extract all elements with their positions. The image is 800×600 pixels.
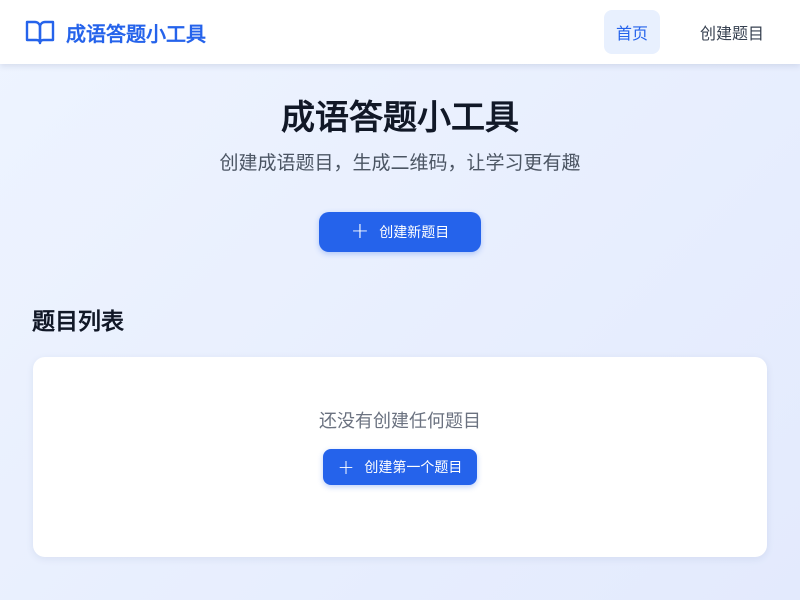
brand-title: 成语答题小工具: [66, 21, 206, 46]
hero-section: 成语答题小工具 创建成语题目，生成二维码，让学习更有趣: [0, 96, 800, 176]
book-open-icon: [24, 16, 56, 48]
create-new-question-label: 创建新题目: [379, 225, 450, 241]
hero-title: 成语答题小工具: [281, 98, 519, 138]
hero-subtitle: 创建成语题目，生成二维码，让学习更有趣: [219, 152, 581, 174]
plus-icon: +: [337, 455, 355, 479]
nav-link-home[interactable]: 首页: [603, 10, 660, 54]
question-list-title: 题目列表: [32, 309, 124, 335]
plus-icon: +: [350, 219, 370, 244]
empty-state-text: 还没有创建任何题目: [319, 411, 481, 432]
nav-links: 首页 创建题目: [603, 10, 776, 54]
create-first-question-button[interactable]: + 创建第一个题目: [323, 449, 477, 485]
top-navbar: 成语答题小工具 首页 创建题目: [0, 0, 800, 64]
create-first-question-label: 创建第一个题目: [364, 460, 463, 476]
nav-link-create-question[interactable]: 创建题目: [688, 10, 776, 54]
brand[interactable]: 成语答题小工具: [24, 16, 206, 48]
create-new-question-button[interactable]: + 创建新题目: [319, 212, 481, 252]
question-list-card: 还没有创建任何题目 + 创建第一个题目: [33, 357, 767, 557]
